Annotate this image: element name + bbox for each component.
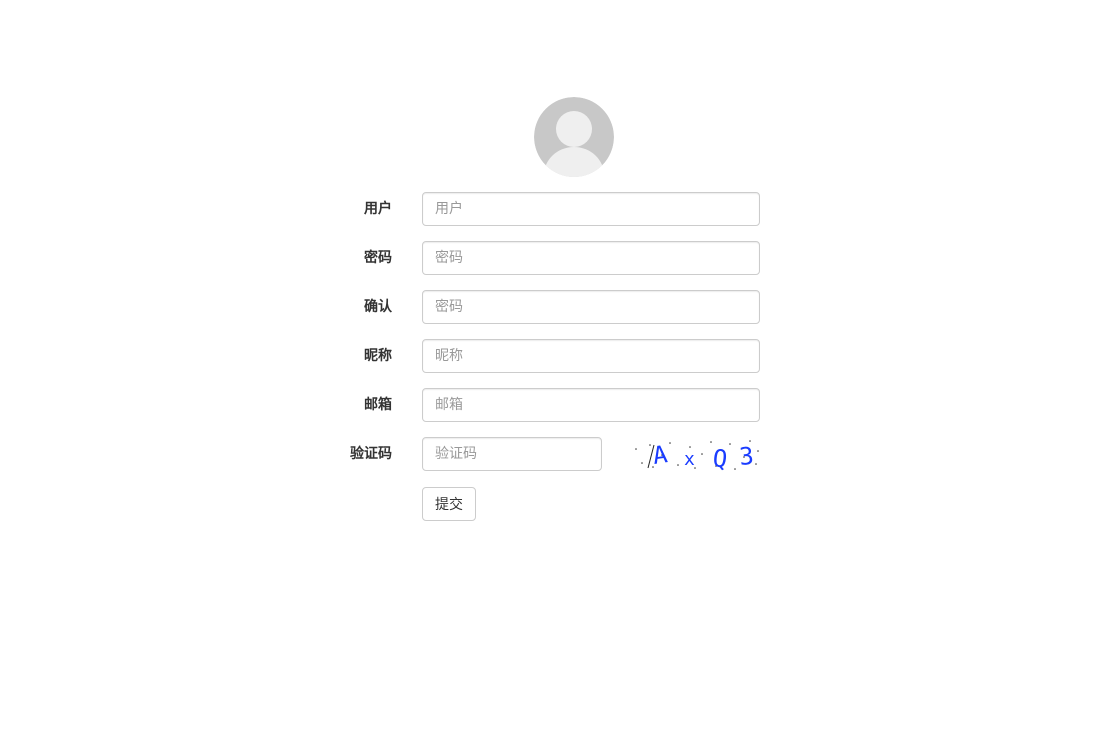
user-avatar-icon xyxy=(534,97,614,177)
captcha-text: AxQ3 xyxy=(651,440,755,473)
captcha-label: 验证码 xyxy=(350,446,392,462)
email-label: 邮箱 xyxy=(364,397,392,413)
nickname-label: 昵称 xyxy=(364,348,392,364)
confirm-password-label: 确认 xyxy=(364,299,392,315)
submit-button[interactable]: 提交 xyxy=(422,487,476,521)
captcha-char: x xyxy=(684,449,695,470)
captcha-char: 3 xyxy=(738,442,755,471)
captcha-image[interactable]: AxQ3 xyxy=(632,437,762,473)
confirm-password-input[interactable] xyxy=(422,290,760,324)
email-input[interactable] xyxy=(422,388,760,422)
password-input[interactable] xyxy=(422,241,760,275)
captcha-input[interactable] xyxy=(422,437,602,471)
captcha-char: A xyxy=(651,440,670,470)
username-input[interactable] xyxy=(422,192,760,226)
username-label: 用户 xyxy=(364,201,392,217)
captcha-char: Q xyxy=(711,444,728,471)
avatar[interactable] xyxy=(534,97,614,177)
password-label: 密码 xyxy=(364,250,392,266)
nickname-input[interactable] xyxy=(422,339,760,373)
